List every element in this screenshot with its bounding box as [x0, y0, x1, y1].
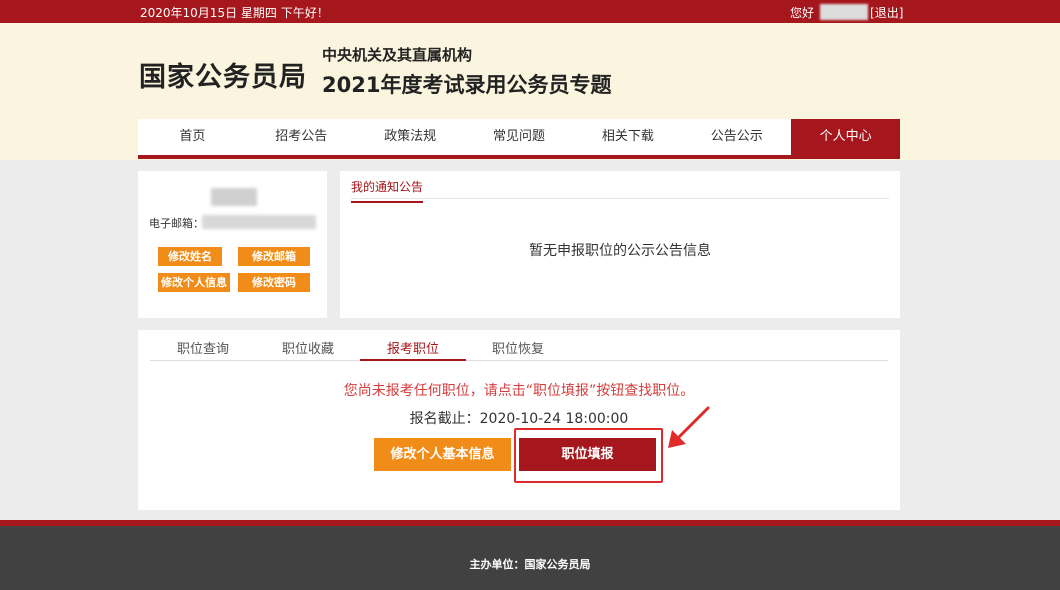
- edit-personal-info-button[interactable]: 修改个人信息: [158, 273, 230, 292]
- registration-deadline: 报名截止：2020-10-24 18:00:00: [409, 411, 629, 427]
- position-panel: 职位查询 职位收藏 报考职位 职位恢复 您尚未报考任何职位，请点击“职位填报”按…: [138, 330, 900, 510]
- edit-email-button[interactable]: 修改邮箱: [238, 247, 310, 266]
- tab-position-search[interactable]: 职位查询: [177, 338, 229, 357]
- tab-applied-positions[interactable]: 报考职位: [387, 338, 439, 357]
- greeting-text: 您好: [790, 6, 815, 20]
- nav-faq[interactable]: 常见问题: [465, 119, 574, 155]
- nav-policies[interactable]: 政策法规: [356, 119, 465, 155]
- edit-name-button[interactable]: 修改姓名: [158, 247, 222, 266]
- edit-password-button[interactable]: 修改密码: [238, 273, 310, 292]
- notice-panel: 我的通知公告 暂无申报职位的公示公告信息: [340, 171, 900, 318]
- no-application-warning: 您尚未报考任何职位，请点击“职位填报”按钮查找职位。: [343, 383, 695, 399]
- position-apply-button[interactable]: 职位填报: [519, 438, 656, 471]
- nav-home[interactable]: 首页: [138, 119, 247, 155]
- tab-position-favorites[interactable]: 职位收藏: [282, 338, 334, 357]
- main-nav: 首页 招考公告 政策法规 常见问题 相关下载 公告公示 个人中心: [138, 119, 901, 159]
- nav-announcements[interactable]: 公告公示: [682, 119, 791, 155]
- blurred-username: [820, 4, 869, 20]
- nav-recruitment-notices[interactable]: 招考公告: [247, 119, 356, 155]
- header-subtitle-1: 中央机关及其直属机构: [322, 46, 473, 64]
- edit-basic-info-button[interactable]: 修改个人基本信息: [374, 438, 511, 471]
- profile-panel: 电子邮箱： 修改姓名 修改邮箱 修改个人信息 修改密码: [138, 171, 327, 318]
- position-tabs: 职位查询 职位收藏 报考职位 职位恢复: [150, 330, 888, 361]
- tab-position-restore[interactable]: 职位恢复: [492, 338, 544, 357]
- site-footer: 主办单位：国家公务员局: [0, 526, 1060, 590]
- tab-my-notices[interactable]: 我的通知公告: [351, 178, 424, 203]
- nav-personal-center[interactable]: 个人中心: [791, 119, 901, 155]
- date-greeting: 2020年10月15日 星期四 下午好！: [140, 6, 329, 20]
- active-tab-underline: [360, 359, 466, 361]
- top-bar: 2020年10月15日 星期四 下午好！ 您好 [退出]: [0, 0, 1060, 23]
- notice-divider: [351, 198, 889, 199]
- blurred-user-name: [211, 188, 257, 206]
- user-area: 您好 [退出]: [790, 4, 903, 21]
- pointer-arrow-icon: [668, 406, 710, 448]
- blurred-email: [202, 215, 316, 229]
- footer-host: 主办单位：国家公务员局: [469, 558, 591, 571]
- logout-link[interactable]: [退出]: [870, 4, 903, 21]
- nav-downloads[interactable]: 相关下载: [573, 119, 682, 155]
- email-label: 电子邮箱：: [149, 217, 204, 230]
- notice-empty-message: 暂无申报职位的公示公告信息: [529, 243, 711, 259]
- site-logo[interactable]: 国家公务员局: [139, 55, 307, 94]
- header-subtitle-2: 2021年度考试录用公务员专题: [322, 73, 612, 97]
